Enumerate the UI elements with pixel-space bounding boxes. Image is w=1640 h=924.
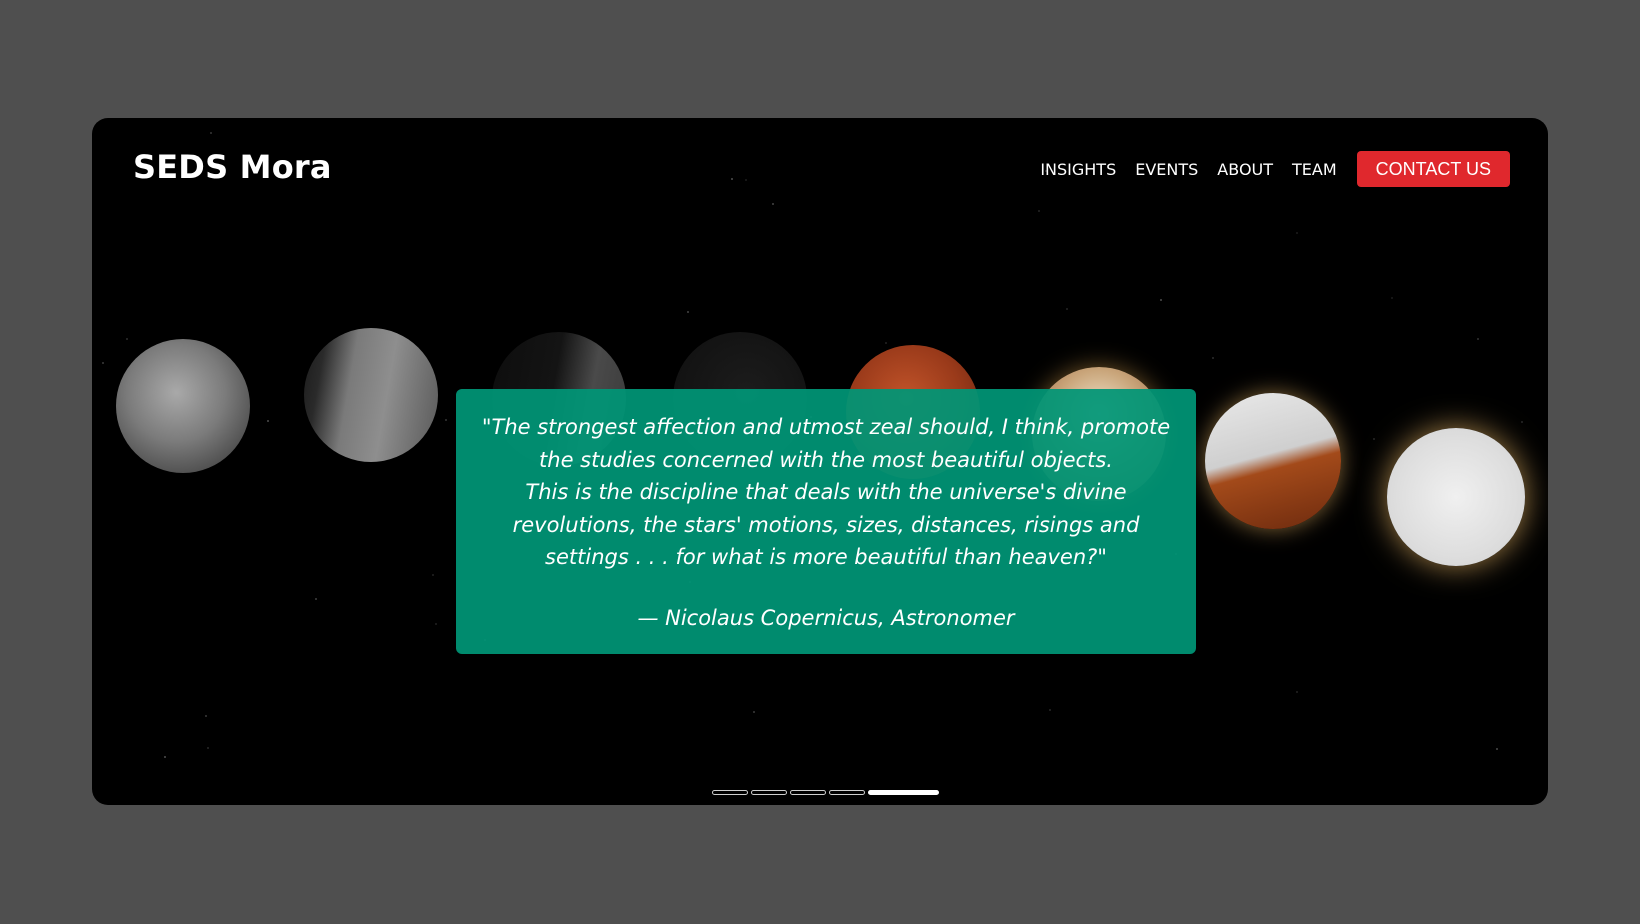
carousel-indicator-2[interactable] <box>751 790 787 795</box>
carousel-indicator-3[interactable] <box>790 790 826 795</box>
star-dot <box>1296 691 1298 693</box>
star-dot <box>207 747 209 749</box>
nav-events[interactable]: EVENTS <box>1135 160 1198 179</box>
star-dot <box>315 598 317 600</box>
star-dot <box>267 420 269 422</box>
star-dot <box>1521 421 1523 423</box>
star-dot <box>1160 299 1162 301</box>
carousel-indicator-1[interactable] <box>712 790 748 795</box>
hero-section: SEDS Mora INSIGHTS EVENTS ABOUT TEAM CON… <box>92 118 1548 805</box>
star-dot <box>1066 308 1068 310</box>
quote-author: — Nicolaus Copernicus, Astronomer <box>637 605 1015 630</box>
contact-us-button[interactable]: CONTACT US <box>1356 151 1510 187</box>
carousel-indicator-4[interactable] <box>829 790 865 795</box>
star-dot <box>885 342 887 344</box>
star-dot <box>731 178 733 180</box>
star-dot <box>210 132 212 134</box>
star-dot <box>1391 297 1393 299</box>
star-dot <box>745 179 747 181</box>
star-dot <box>445 419 447 421</box>
site-logo[interactable]: SEDS Mora <box>133 148 332 186</box>
moon-phase-2 <box>304 328 438 462</box>
star-dot <box>687 311 689 313</box>
star-dot <box>1477 338 1479 340</box>
star-dot <box>102 362 104 364</box>
star-dot <box>772 203 774 205</box>
star-dot <box>164 756 166 758</box>
moon-phase-8 <box>1387 428 1525 566</box>
star-dot <box>1296 232 1298 234</box>
nav-about[interactable]: ABOUT <box>1217 160 1273 179</box>
moon-phase-1 <box>116 339 250 473</box>
carousel-indicators <box>712 790 942 795</box>
star-dot <box>753 711 755 713</box>
quote-text: "The strongest affection and utmost zeal… <box>481 415 1171 569</box>
star-dot <box>1038 210 1040 212</box>
star-dot <box>1049 709 1051 711</box>
moon-phase-7 <box>1205 393 1341 529</box>
nav-team[interactable]: TEAM <box>1292 160 1337 179</box>
star-dot <box>126 338 128 340</box>
star-dot <box>205 715 207 717</box>
star-dot <box>435 623 437 625</box>
carousel-indicator-5[interactable] <box>868 790 939 795</box>
main-nav: INSIGHTS EVENTS ABOUT TEAM CONTACT US <box>1021 151 1510 187</box>
quote-card: "The strongest affection and utmost zeal… <box>456 389 1196 654</box>
star-dot <box>1212 357 1214 359</box>
star-dot <box>1496 748 1498 750</box>
nav-insights[interactable]: INSIGHTS <box>1040 160 1116 179</box>
star-dot <box>1373 438 1375 440</box>
star-dot <box>432 574 434 576</box>
